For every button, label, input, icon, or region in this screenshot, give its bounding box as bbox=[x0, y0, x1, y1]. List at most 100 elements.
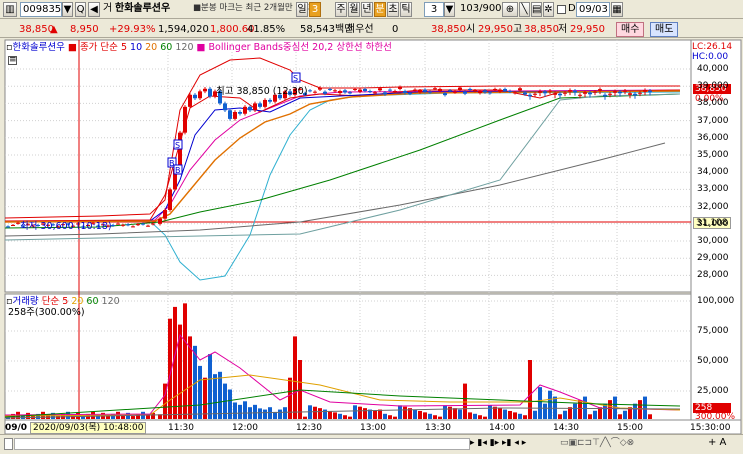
scroll-track[interactable] bbox=[14, 438, 470, 450]
vol-legend-unit: 258주(300.00%) bbox=[8, 307, 85, 318]
candle-body bbox=[248, 106, 252, 111]
volume-bar bbox=[373, 410, 377, 419]
candle-body bbox=[183, 106, 187, 133]
chart-area[interactable]: SBBS bbox=[0, 38, 743, 434]
period-button-6[interactable]: 초 bbox=[387, 2, 399, 17]
volume-bar bbox=[283, 407, 287, 419]
candle-body bbox=[323, 91, 327, 94]
interval-input[interactable]: 3 bbox=[424, 2, 444, 17]
quote-high: 38,850 bbox=[524, 24, 559, 35]
high-annotation: 최고 38,850 (12:30) bbox=[216, 86, 308, 97]
settings-icon[interactable]: ⊕ bbox=[502, 2, 518, 17]
candle-body bbox=[533, 93, 537, 95]
code-input[interactable]: 009835 bbox=[20, 2, 62, 17]
candle-body bbox=[131, 226, 135, 228]
volume-bar bbox=[463, 383, 467, 419]
zoom-controls[interactable]: + A bbox=[708, 437, 726, 449]
vol-legend-periods: 5 20 60 120 bbox=[62, 296, 119, 307]
volume-bar bbox=[413, 409, 417, 419]
date-input[interactable]: 09/03 bbox=[576, 2, 610, 17]
legend-ma-120: 120 bbox=[175, 42, 197, 53]
scroll-left-icon[interactable] bbox=[4, 438, 13, 450]
candle-body bbox=[398, 86, 402, 89]
period-button-1[interactable]: 3 bbox=[309, 2, 321, 17]
volume-bar bbox=[258, 408, 262, 419]
volume-bar bbox=[483, 416, 487, 419]
candle-body bbox=[578, 94, 582, 96]
price-panel bbox=[4, 39, 692, 293]
candle-body bbox=[608, 93, 612, 95]
panel-menu-icon[interactable]: ≡ bbox=[8, 56, 17, 65]
candle-body bbox=[563, 92, 567, 94]
scroll-controls[interactable]: ▸ ▮◂ ▮▸ ▸▮ ◂ ▸ bbox=[470, 438, 530, 450]
volume-bar bbox=[648, 414, 652, 419]
quote-bar: 38,850 ▲ 8,950 +29.93% 1,594,020 1,800.6… bbox=[0, 20, 743, 38]
period-button-3[interactable]: 월 bbox=[348, 2, 360, 17]
legend-stock-name: 한화솔루션우 bbox=[12, 42, 65, 53]
gear-icon[interactable]: ✲ bbox=[543, 2, 554, 17]
candle-body bbox=[358, 89, 362, 92]
volume-bar bbox=[393, 416, 397, 419]
time-tick-label: 12:00 bbox=[232, 423, 258, 433]
open-label: 시 bbox=[466, 24, 476, 35]
prev-next-icon[interactable]: ◀ bbox=[88, 2, 100, 17]
price-tick-label: 34,000 bbox=[697, 167, 729, 178]
save-icon[interactable]: ▤ bbox=[531, 2, 542, 17]
volume-bar bbox=[106, 416, 110, 419]
chart-type-icon[interactable]: ╲ bbox=[519, 2, 530, 17]
candle-body bbox=[343, 90, 347, 93]
stock-name: 한화솔루션우 bbox=[115, 3, 171, 14]
volume-bar bbox=[238, 404, 242, 419]
price-tick-label: 35,000 bbox=[697, 150, 729, 160]
time-tick-label: 14:00 bbox=[489, 423, 515, 433]
volume-tick-label: 25,000 bbox=[697, 386, 729, 396]
volume-bar bbox=[293, 336, 297, 419]
candle-body bbox=[188, 94, 192, 107]
period-button-5[interactable]: 분 bbox=[374, 2, 386, 17]
date-checkbox[interactable] bbox=[557, 5, 566, 14]
lc-label: LC:26.14 bbox=[692, 42, 733, 52]
code-dropdown-icon[interactable]: ▼ bbox=[62, 2, 73, 17]
candle-body bbox=[136, 224, 140, 226]
volume-bar bbox=[131, 416, 135, 419]
volume-pct-tag: 300.00% bbox=[695, 412, 736, 422]
volume-bar bbox=[278, 409, 282, 419]
legend-ma-label-text: 종가 단순 bbox=[79, 42, 118, 53]
interval-dropdown-icon[interactable]: ▼ bbox=[444, 2, 455, 17]
volume-bar bbox=[498, 408, 502, 419]
period-button-2[interactable]: 주 bbox=[335, 2, 347, 17]
volume-bar bbox=[243, 401, 247, 419]
candle-body bbox=[253, 103, 257, 111]
volume-tick-label: 50,000 bbox=[697, 356, 729, 366]
volume-bar bbox=[288, 377, 292, 419]
trade-marker-label: B bbox=[175, 166, 181, 175]
hc-label: HC:0.00 bbox=[692, 52, 729, 62]
period-button-0[interactable]: 일 bbox=[296, 2, 308, 17]
candle-body bbox=[493, 88, 497, 90]
period-button-4[interactable]: 년 bbox=[361, 2, 373, 17]
volume-bar bbox=[183, 303, 187, 419]
volume-bar bbox=[443, 405, 447, 419]
sell-button[interactable]: 매도 bbox=[650, 22, 679, 37]
calendar-icon[interactable]: ▦ bbox=[611, 2, 623, 17]
quote-current: 38,850 bbox=[431, 24, 466, 35]
volume-bar bbox=[313, 406, 317, 419]
candle-body bbox=[473, 90, 477, 92]
search-icon[interactable]: Q bbox=[75, 2, 86, 17]
candle-body bbox=[373, 92, 377, 94]
volume-bar bbox=[328, 410, 332, 419]
candle-body bbox=[483, 90, 487, 93]
candle-body bbox=[168, 189, 172, 211]
legend-ma-label: ■ 종가 단순 bbox=[67, 42, 118, 53]
period-button-7[interactable]: 틱 bbox=[400, 2, 412, 17]
candle-body bbox=[333, 90, 337, 92]
volume-bar bbox=[218, 371, 222, 419]
candle-body bbox=[498, 89, 502, 92]
volume-bar bbox=[203, 377, 207, 419]
candle-body bbox=[448, 90, 452, 92]
candle-body bbox=[443, 93, 447, 96]
drawing-tools-icon[interactable]: ▭▣⊏⊐⊤╱╲⌒◇⊗ bbox=[560, 438, 690, 450]
notice-label: 분봉 마크는 최근 2개월만 조회 bbox=[201, 3, 312, 13]
buy-button[interactable]: 매수 bbox=[616, 22, 645, 37]
menu-icon[interactable]: ▥ bbox=[3, 2, 17, 17]
